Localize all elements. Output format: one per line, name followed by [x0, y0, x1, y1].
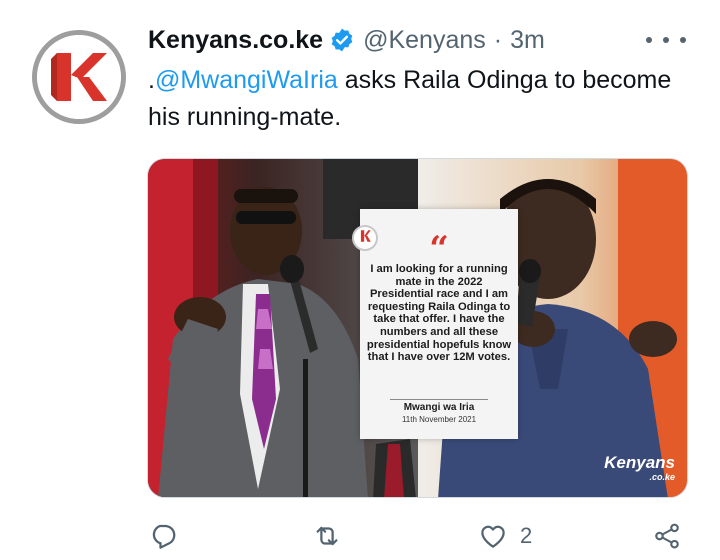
like-button[interactable]: 2	[478, 516, 532, 556]
quote-date: 11th November 2021	[401, 415, 477, 424]
more-options-icon[interactable]	[646, 26, 686, 54]
like-count: 2	[520, 523, 533, 548]
share-button[interactable]	[652, 516, 694, 556]
tweet-timestamp[interactable]: 3m	[510, 26, 545, 55]
mention-link[interactable]: @MwangiWaIria	[155, 66, 338, 94]
retweet-icon	[316, 526, 338, 546]
quote-card: “ I am looking for a running mate in the…	[352, 209, 518, 439]
reply-button[interactable]	[148, 516, 190, 556]
reply-icon	[152, 524, 176, 549]
quote-mark-icon: “	[429, 229, 449, 269]
quote-divider	[390, 399, 488, 400]
kenyans-logo	[37, 35, 121, 119]
tweet-image[interactable]: “ I am looking for a running mate in the…	[147, 158, 688, 498]
heart-icon	[481, 525, 505, 548]
retweet-button[interactable]	[312, 516, 354, 556]
author-handle[interactable]: @Kenyans	[363, 26, 486, 55]
watermark: Kenyans .co.ke	[604, 454, 675, 485]
quote-author: Mwangi wa Iria	[403, 402, 475, 413]
quote-card-logo	[352, 225, 378, 251]
verified-badge-icon	[331, 28, 353, 52]
tweet-actions: 2	[140, 516, 700, 556]
header-separator: ·	[493, 25, 503, 54]
author-avatar[interactable]	[32, 30, 126, 124]
share-icon	[655, 523, 679, 549]
watermark-subtext: .co.ke	[649, 472, 675, 482]
tweet-text-prefix: .	[148, 66, 155, 94]
tweet-text: .@MwangiWaIria asks Raila Odinga to beco…	[148, 62, 688, 136]
quote-text: I am looking for a running mate in the 2…	[366, 263, 512, 364]
tweet-header: Kenyans.co.ke @Kenyans · 3m	[148, 22, 545, 58]
author-name[interactable]: Kenyans.co.ke	[148, 26, 323, 55]
